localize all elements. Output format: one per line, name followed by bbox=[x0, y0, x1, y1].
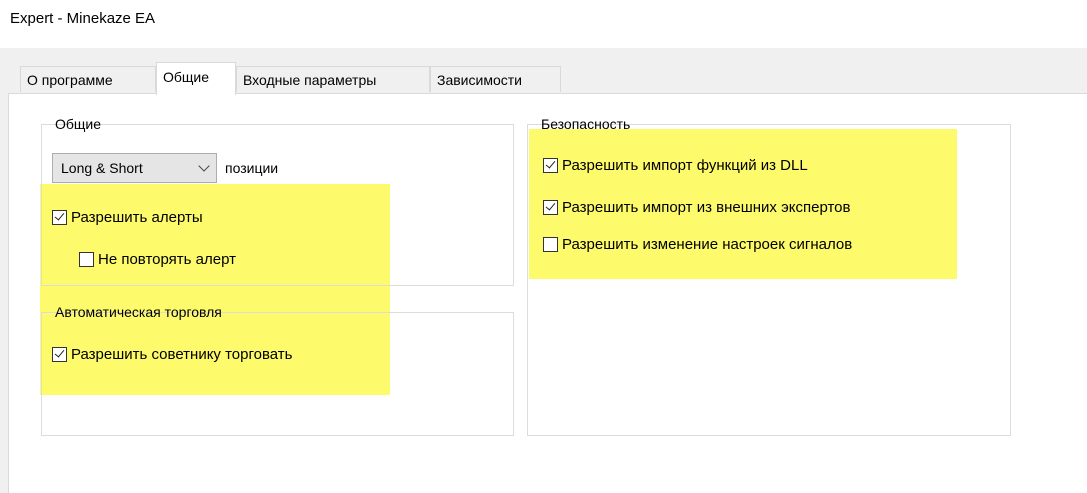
allow-dll-import-label[interactable]: Разрешить импорт функций из DLL bbox=[562, 157, 808, 174]
allow-dll-import-checkbox[interactable] bbox=[543, 158, 558, 173]
auto-trading-group-legend: Автоматическая торговля bbox=[55, 304, 222, 320]
allow-external-experts-label[interactable]: Разрешить импорт из внешних экспертов bbox=[562, 199, 850, 216]
security-group-legend: Безопасность bbox=[541, 116, 631, 132]
allow-alerts-checkbox[interactable] bbox=[52, 210, 67, 225]
allow-signal-settings-row[interactable]: Разрешить изменение настроек сигналов bbox=[543, 236, 852, 253]
allow-external-experts-checkbox[interactable] bbox=[543, 200, 558, 215]
allow-ea-trading-row[interactable]: Разрешить советнику торговать bbox=[52, 346, 292, 363]
tab-panel-general: Общие Long & Short позиции Разрешить але… bbox=[8, 93, 1087, 493]
allow-external-experts-row[interactable]: Разрешить импорт из внешних экспертов bbox=[543, 199, 850, 216]
tab-input-parameters[interactable]: Входные параметры bbox=[236, 66, 430, 92]
tab-general[interactable]: Общие bbox=[156, 62, 236, 95]
allow-alerts-label[interactable]: Разрешить алерты bbox=[71, 209, 203, 226]
chevron-down-icon bbox=[198, 159, 210, 172]
position-type-select-value: Long & Short bbox=[61, 160, 143, 176]
no-repeat-alert-row[interactable]: Не повторять алерт bbox=[79, 251, 236, 268]
auto-trading-groupbox: Автоматическая торговля bbox=[41, 304, 514, 436]
no-repeat-alert-label[interactable]: Не повторять алерт bbox=[98, 251, 236, 268]
allow-ea-trading-label[interactable]: Разрешить советнику торговать bbox=[71, 346, 292, 363]
window-title: Expert - Minekaze EA bbox=[10, 10, 156, 27]
no-repeat-alert-checkbox[interactable] bbox=[79, 252, 94, 267]
tab-about[interactable]: О программе bbox=[20, 66, 156, 92]
general-group-legend: Общие bbox=[55, 116, 102, 132]
allow-ea-trading-checkbox[interactable] bbox=[52, 347, 67, 362]
allow-alerts-row[interactable]: Разрешить алерты bbox=[52, 209, 203, 226]
positions-label: позиции bbox=[225, 160, 279, 176]
allow-signal-settings-checkbox[interactable] bbox=[543, 237, 558, 252]
allow-dll-import-row[interactable]: Разрешить импорт функций из DLL bbox=[543, 157, 808, 174]
position-type-select[interactable]: Long & Short bbox=[52, 153, 217, 183]
tab-dependencies[interactable]: Зависимости bbox=[430, 66, 561, 92]
allow-signal-settings-label[interactable]: Разрешить изменение настроек сигналов bbox=[562, 236, 852, 253]
